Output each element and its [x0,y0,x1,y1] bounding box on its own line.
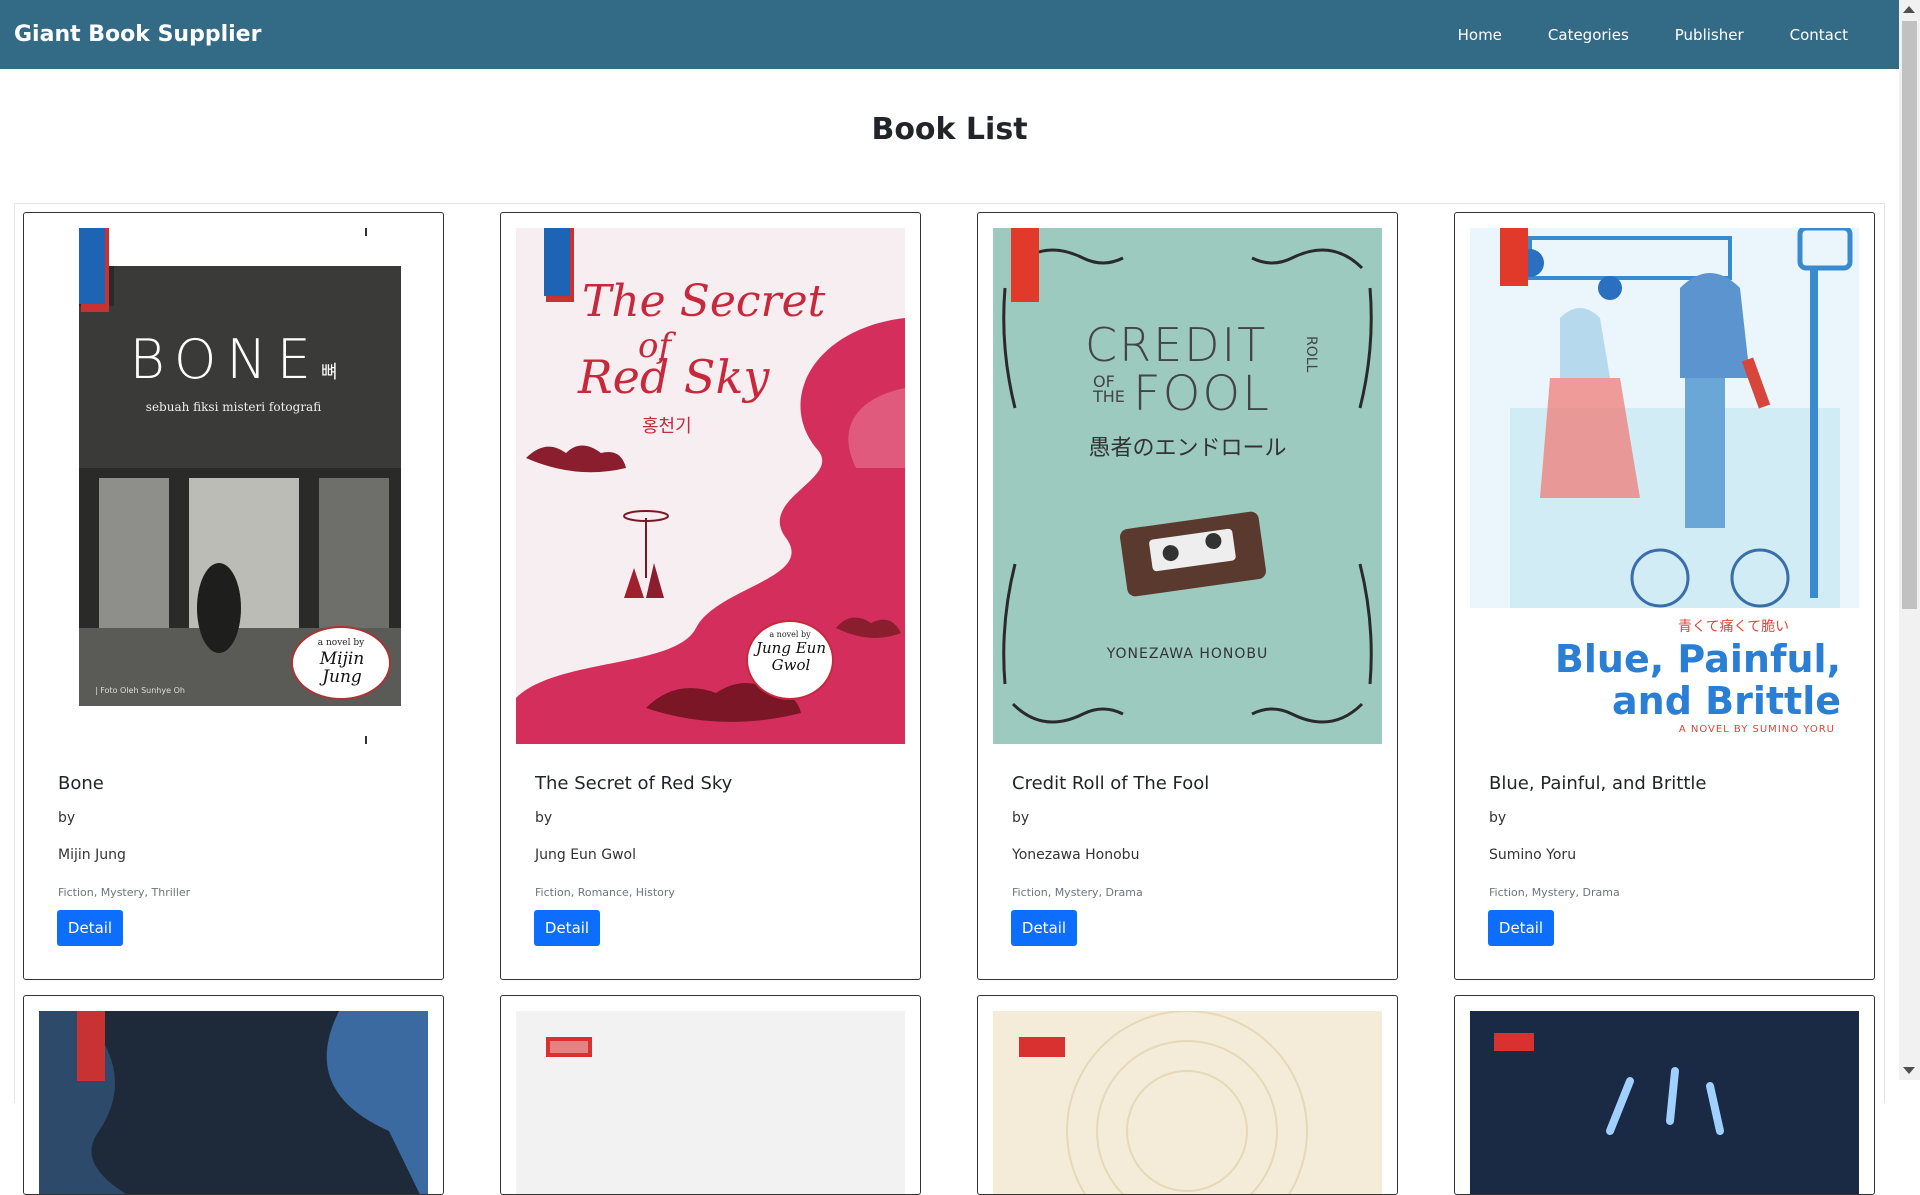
book-card-partial [977,995,1398,1195]
book-title: The Secret of Red Sky [535,773,733,794]
cover-japanese-text: 愚者のエンドロール [1088,436,1287,461]
cover-credit-word: CREDIT [1085,318,1268,372]
navy-cover-art [1470,1011,1859,1194]
book-card-partial [500,995,921,1195]
nav-links: Home Categories Publisher Contact [1435,26,1871,44]
detail-button[interactable]: Detail [534,910,600,946]
white-cover-art [516,1011,905,1194]
book-genres: Fiction, Mystery, Drama [1489,886,1620,899]
badge-line-text: a novel by [769,630,811,639]
book-by-label: by [1489,810,1507,826]
author-badge: a novel by Jung Eun Gwol [746,620,834,700]
scroll-up-arrow-icon[interactable] [1903,6,1915,13]
badge-line-text: a novel by [317,638,365,648]
swirl-cover-art [993,1011,1382,1194]
book-genres: Fiction, Mystery, Drama [1012,886,1143,899]
cover-title-line3: Red Sky [578,350,770,404]
cover-roll-word: ROLL [1303,336,1319,373]
book-author: Jung Eun Gwol [535,847,637,863]
cover-author-text: YONEZAWA HONOBU [1106,646,1269,662]
book-card-partial [23,995,444,1195]
cover-fool-word: FOOL [1133,366,1271,422]
credit-roll-cover-art [993,228,1382,744]
book-cover-image[interactable] [993,1011,1382,1194]
badge-name-text: Jung Eun Gwol [756,639,826,674]
book-by-label: by [58,810,76,826]
book-cover-image[interactable]: 青くて痛くて脆い Blue, Painful, and Brittle A NO… [1470,228,1859,744]
book-title: Credit Roll of The Fool [1012,773,1210,794]
cover-title-line2: and Brittle [1612,679,1841,723]
book-card: CREDIT ROLL OF THE FOOL 愚者のエンドロール YONEZA… [977,212,1398,980]
brand-logo[interactable]: Giant Book Supplier [14,22,261,47]
cover-hangul-text: 뼈 [320,362,338,383]
book-cover-image[interactable]: CREDIT ROLL OF THE FOOL 愚者のエンドロール YONEZA… [993,228,1382,744]
book-cover-image[interactable]: BONE뼈 sebuah fiksi misteri fotografi a n… [39,228,428,744]
nav-categories[interactable]: Categories [1525,26,1652,44]
cover-credit-text: | Foto Oleh Sunhye Oh [95,686,185,695]
book-grid: BONE뼈 sebuah fiksi misteri fotografi a n… [14,203,1885,1195]
book-cover-image[interactable]: The Secret of Red Sky 홍천기 a novel by Jun… [516,228,905,744]
cover-title-line1: The Secret [582,276,826,327]
book-genres: Fiction, Mystery, Thriller [58,886,191,899]
book-cover-image[interactable] [1470,1011,1859,1194]
book-title: Bone [58,773,104,794]
ribbon-icon [1011,228,1039,302]
page-title: Book List [871,112,1028,147]
scroll-thumb[interactable] [1902,21,1917,609]
book-card: BONE뼈 sebuah fiksi misteri fotografi a n… [23,212,444,980]
book-by-label: by [535,810,553,826]
scroll-down-arrow-icon[interactable] [1903,1067,1915,1074]
detail-button[interactable]: Detail [57,910,123,946]
book-author: Sumino Yoru [1489,847,1577,863]
nav-contact[interactable]: Contact [1767,26,1871,44]
ribbon-icon [544,228,574,302]
book-cover-image[interactable] [516,1011,905,1194]
detail-button[interactable]: Detail [1011,910,1077,946]
cover-subtitle-text: sebuah fiksi misteri fotografi [145,400,322,414]
book-card: 青くて痛くて脆い Blue, Painful, and Brittle A NO… [1454,212,1875,980]
book-title: Blue, Painful, and Brittle [1489,773,1707,794]
nav-home[interactable]: Home [1435,26,1525,44]
ribbon-icon [1500,228,1528,286]
badge-name-text: Mijin Jung [319,649,365,687]
cover-japanese-text: 青くて痛くて脆い [1678,619,1790,635]
book-author: Yonezawa Honobu [1012,847,1140,863]
dark-cover-art [39,1011,428,1194]
book-genres: Fiction, Romance, History [535,886,675,899]
cover-byline-text: A NOVEL BY SUMINO YORU [1678,724,1835,735]
detail-button[interactable]: Detail [1488,910,1554,946]
cover-hangul-text: 홍천기 [642,416,692,437]
book-cover-image[interactable] [39,1011,428,1194]
book-card: The Secret of Red Sky 홍천기 a novel by Jun… [500,212,921,980]
cover-title-line1: Blue, Painful, [1554,637,1841,681]
book-by-label: by [1012,810,1030,826]
navbar: Giant Book Supplier Home Categories Publ… [0,0,1899,69]
book-author: Mijin Jung [58,847,126,863]
book-card-partial [1454,995,1875,1195]
page-scrollbar[interactable] [1899,0,1920,1080]
nav-publisher[interactable]: Publisher [1652,26,1767,44]
ribbon-icon [79,228,109,312]
author-badge: a novel by Mijin Jung [291,626,391,700]
cover-title-text: BONE [129,328,321,391]
cover-the-word: THE [1093,387,1125,406]
